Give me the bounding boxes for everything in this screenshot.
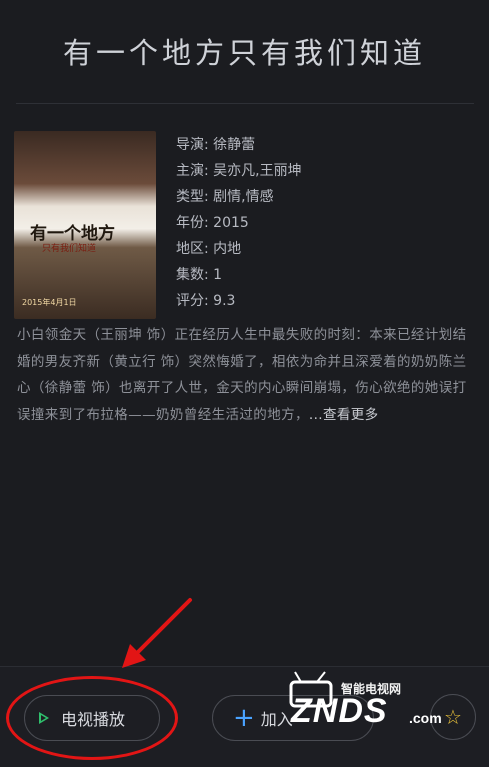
watermark-domain-text: .com [409,710,442,726]
znds-watermark: 智能电视网 ZNDS .com [283,666,443,738]
watermark-en-text: ZNDS [291,692,388,730]
annotation-arrow [122,598,192,668]
